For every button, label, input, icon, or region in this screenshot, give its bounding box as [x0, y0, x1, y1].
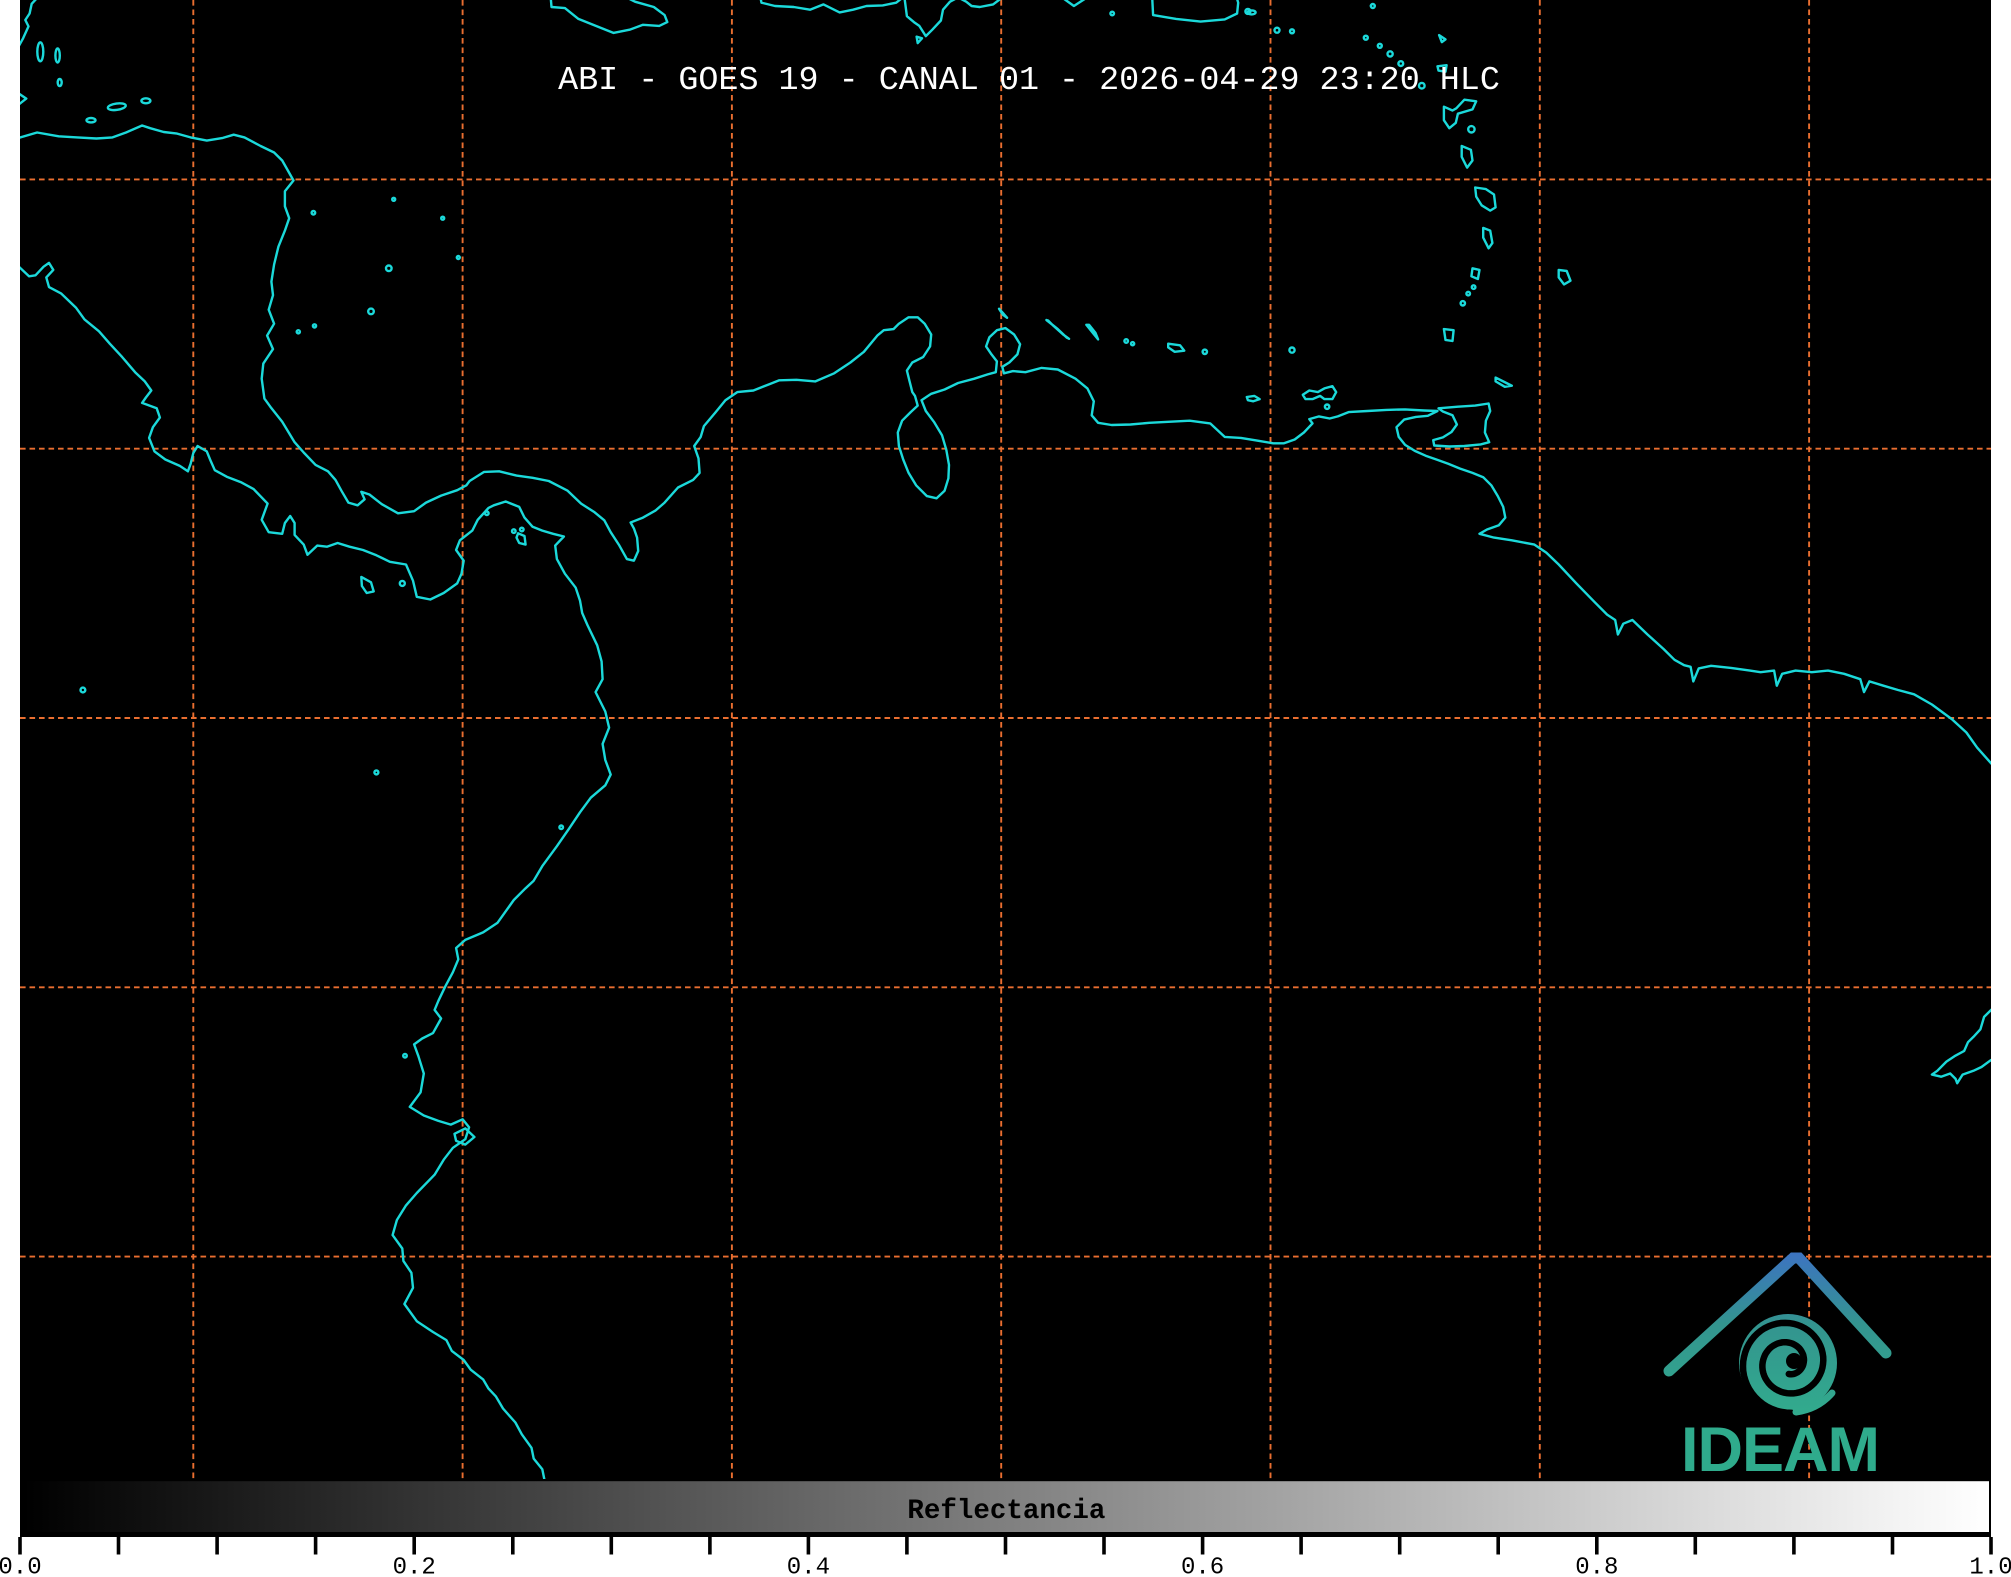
- svg-text:IDEAM: IDEAM: [1681, 1415, 1879, 1485]
- svg-text:0.0: 0.0: [0, 1555, 42, 1577]
- svg-text:ABI - GOES 19 - CANAL 01 - 202: ABI - GOES 19 - CANAL 01 - 2026-04-29 23…: [558, 62, 1500, 100]
- svg-text:0.6: 0.6: [1181, 1555, 1224, 1577]
- svg-text:1.0: 1.0: [1969, 1555, 2011, 1577]
- svg-text:0.2: 0.2: [393, 1555, 436, 1577]
- svg-text:Reflectancia: Reflectancia: [907, 1496, 1105, 1527]
- svg-text:0.8: 0.8: [1575, 1555, 1618, 1577]
- svg-text:0.4: 0.4: [787, 1555, 830, 1577]
